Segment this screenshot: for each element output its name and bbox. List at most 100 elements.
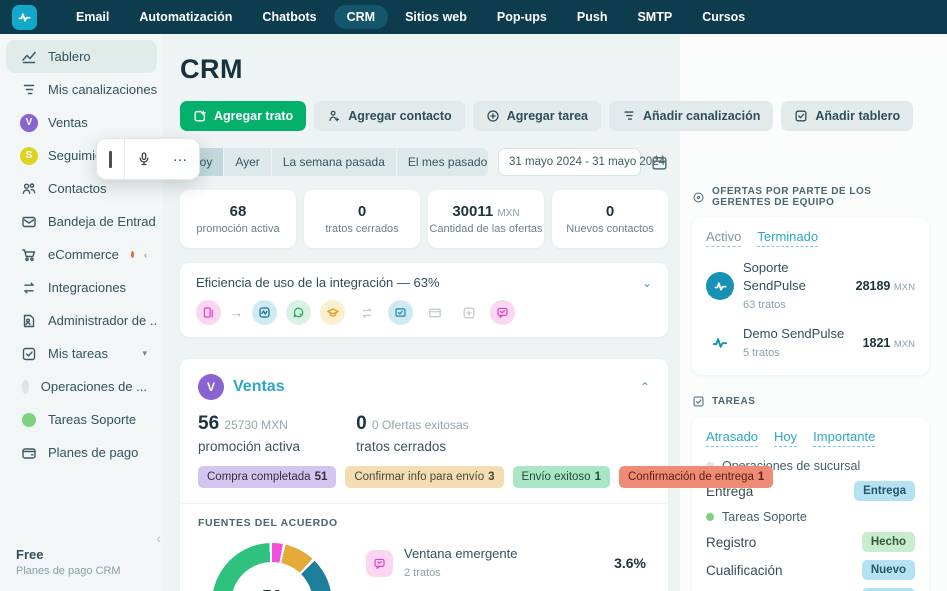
pipeline-avatar-v: V xyxy=(20,114,38,132)
closed-extra: 0 Ofertas exitosas xyxy=(372,418,469,432)
kpi-label: Cantidad de las ofertas xyxy=(429,223,542,235)
sidebar-item-planes-de-pago[interactable]: Planes de pago xyxy=(6,436,157,469)
group-dot-green xyxy=(706,513,714,521)
manager-row-demo[interactable]: Demo SendPulse5 tratos 1821 MXN xyxy=(706,325,915,361)
microphone-button[interactable] xyxy=(125,151,162,167)
add-board-label: Añadir tablero xyxy=(815,109,900,123)
task-row-registro[interactable]: Registro Hecho xyxy=(706,532,915,552)
nav-crm[interactable]: CRM xyxy=(334,5,388,29)
pipeline-closed-stat: 0 0 Ofertas exitosas tratos cerrados xyxy=(356,413,469,454)
sidebar-item-mis-tareas[interactable]: Mis tareas ▾ xyxy=(6,337,157,370)
sidebar-item-ventas[interactable]: V Ventas xyxy=(6,106,157,139)
task-group-name: Tareas Soporte xyxy=(722,510,807,524)
board-dot-green xyxy=(22,413,36,427)
sidebar-item-tablero[interactable]: Tablero xyxy=(6,40,157,73)
manager-name: Demo SendPulse xyxy=(743,326,844,341)
stage-tag-compra-completada[interactable]: Compra completada51 xyxy=(198,466,336,488)
preset-ayer[interactable]: Ayer xyxy=(224,148,271,176)
card-icon[interactable] xyxy=(422,300,447,325)
tab-importante[interactable]: Importante xyxy=(813,429,875,447)
more-options-button[interactable]: … xyxy=(162,148,199,171)
add-pipeline-button[interactable]: Añadir canalización xyxy=(609,101,773,131)
task-row-cualificacion[interactable]: Cualificación Nuevo xyxy=(706,560,915,580)
nav-smtp[interactable]: SMTP xyxy=(624,5,685,29)
chart-line-icon xyxy=(20,48,38,66)
pipeline-active-stat: 56 25730 MXN promoción activa xyxy=(198,413,300,454)
stage-tags-row: Compra completada51 Confirmar info para … xyxy=(198,466,650,488)
legend-name: Ventana emergente xyxy=(404,546,517,561)
manager-row-soporte[interactable]: Soporte SendPulse63 tratos 28189 MXN xyxy=(706,259,915,313)
sidebar-item-integraciones[interactable]: Integraciones xyxy=(6,271,157,304)
check-square-icon xyxy=(692,395,705,408)
automation360-icon[interactable] xyxy=(252,300,277,325)
swap-icon xyxy=(20,279,38,297)
preset-semana-pasada[interactable]: La semana pasada xyxy=(272,148,397,176)
sidebar-item-label: Tareas Soporte xyxy=(48,412,136,427)
kpi-deal-amount: 30011 MXN Cantidad de las ofertas xyxy=(428,190,544,248)
manager-deals: 63 tratos xyxy=(743,299,786,311)
chevron-down-icon[interactable]: ⌄ xyxy=(642,276,652,290)
add-task-button[interactable]: Agregar tarea xyxy=(473,101,601,131)
stage-tag-confirmar-info[interactable]: Confirmar info para envío3 xyxy=(345,466,503,488)
nav-popups[interactable]: Pop-ups xyxy=(484,5,560,29)
nav-cursos[interactable]: Cursos xyxy=(689,5,758,29)
sidebar-item-label: Administrador de ... xyxy=(48,313,157,328)
calendar-button[interactable] xyxy=(651,154,668,171)
chevron-up-icon[interactable]: ⌃ xyxy=(640,380,650,394)
calendar-icon xyxy=(651,154,668,171)
closed-label: tratos cerrados xyxy=(356,439,469,454)
sidebar-item-bandeja[interactable]: Bandeja de Entrad... xyxy=(6,205,157,238)
cart-icon xyxy=(20,246,38,264)
courses-icon[interactable] xyxy=(320,300,345,325)
add-task-icon xyxy=(486,109,500,123)
date-range-input[interactable]: 31 mayo 2024 - 31 mayo 2024 xyxy=(498,148,641,176)
swap-icon[interactable] xyxy=(354,300,379,325)
plan-link[interactable]: Planes de pago CRM xyxy=(16,565,121,577)
kpi-value: 0 xyxy=(358,203,366,220)
preset-mes-pasado[interactable]: El mes pasado xyxy=(397,148,488,176)
nav-chatbots[interactable]: Chatbots xyxy=(249,5,329,29)
kpi-new-contacts: 0 Nuevos contactos xyxy=(552,190,668,248)
nav-automatizacion[interactable]: Automatización xyxy=(126,5,245,29)
add-square-icon[interactable] xyxy=(456,300,481,325)
nav-email[interactable]: Email xyxy=(63,5,122,29)
popup-icon[interactable] xyxy=(196,300,221,325)
active-label: promoción activa xyxy=(198,439,300,454)
pipeline-name-link[interactable]: Ventas xyxy=(233,378,285,396)
manager-name: Soporte SendPulse xyxy=(743,260,806,293)
legend-item-ventana-emergente: Ventana emergente2 tratos 3.6% xyxy=(366,545,650,581)
messenger-icon[interactable] xyxy=(490,300,515,325)
nav-sitios-web[interactable]: Sitios web xyxy=(392,5,480,29)
add-deal-button[interactable]: Agregar trato xyxy=(180,101,306,131)
managers-card: Activo Terminado Soporte SendPulse 63 tra… xyxy=(692,217,929,375)
sidebar-item-label: Operaciones de ... xyxy=(41,379,147,394)
active-count: 56 xyxy=(198,413,219,434)
add-contact-label: Agregar contacto xyxy=(348,109,452,123)
pipeline-avatar: V xyxy=(198,374,224,400)
integration-title: Eficiencia de uso de la integración — 63… xyxy=(196,275,440,290)
sidebar-item-tareas-soporte[interactable]: Tareas Soporte xyxy=(6,403,157,436)
add-deal-icon xyxy=(193,109,207,123)
managers-section-title: OFERTAS POR PARTE DE LOS GERENTES DE EQU… xyxy=(712,186,929,208)
sidebar-item-label: Tablero xyxy=(48,49,91,64)
sidebar-item-mis-canalizaciones[interactable]: Mis canalizaciones ▾ xyxy=(6,73,157,106)
date-preset-segments: Hoy Ayer La semana pasada El mes pasado … xyxy=(180,148,488,176)
tab-hoy[interactable]: Hoy xyxy=(774,429,797,447)
crm-icon[interactable] xyxy=(388,300,413,325)
sendpulse-logo[interactable] xyxy=(12,5,37,30)
stage-tag-confirmacion-entrega[interactable]: Confirmación de entrega1 xyxy=(619,466,773,488)
add-board-button[interactable]: Añadir tablero xyxy=(781,101,913,131)
tab-activo[interactable]: Activo xyxy=(706,229,741,247)
tab-atrasado[interactable]: Atrasado xyxy=(706,429,758,447)
task-label: Cualificación xyxy=(706,563,783,578)
kpi-closed-deals: 0 tratos cerrados xyxy=(304,190,420,248)
add-contact-button[interactable]: Agregar contacto xyxy=(314,101,465,131)
chat-icon[interactable] xyxy=(286,300,311,325)
stage-tag-envio-exitoso[interactable]: Envío exitoso1 xyxy=(513,466,610,488)
sidebar-item-operaciones[interactable]: Operaciones de ... xyxy=(6,370,157,403)
tab-terminado[interactable]: Terminado xyxy=(757,229,818,247)
nav-push[interactable]: Push xyxy=(564,5,621,29)
sidebar-item-administrador[interactable]: Administrador de ... xyxy=(6,304,157,337)
sidebar-collapse-chevron[interactable]: ‹ xyxy=(156,530,161,546)
sidebar-item-ecommerce[interactable]: eCommerce ‹ xyxy=(6,238,157,271)
